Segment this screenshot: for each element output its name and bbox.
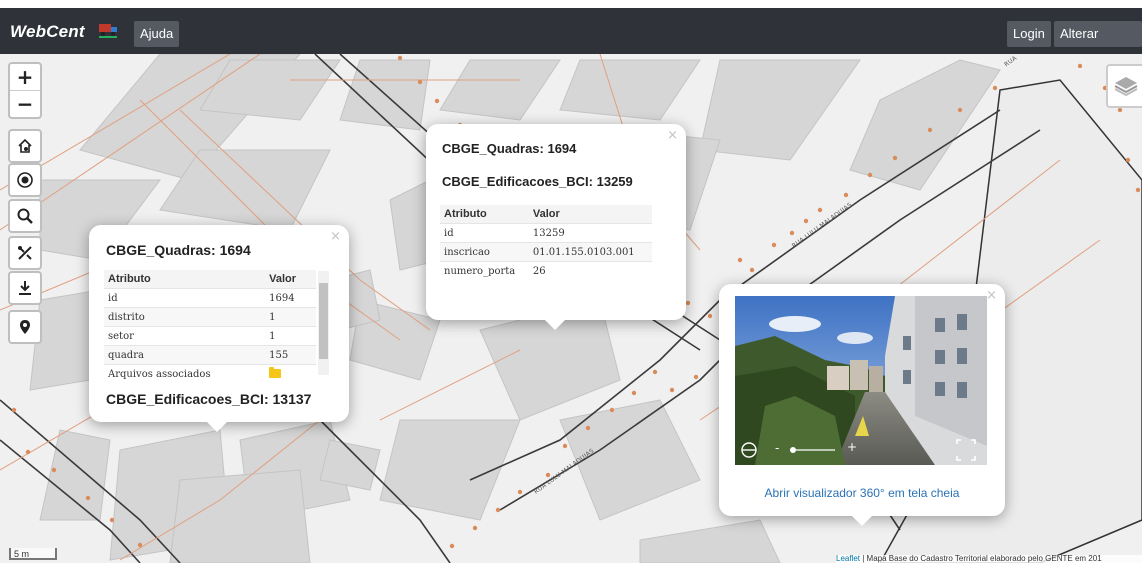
login-button[interactable]: Login — [1007, 21, 1051, 47]
map-attribution: Leaflet | Mapa Base do Cadastro Territor… — [836, 555, 1142, 563]
zoom-in-button[interactable]: + — [10, 64, 40, 90]
zoom-control: + − — [8, 62, 42, 119]
popup-title-edificacoes: CBGE_Edificacoes_BCI: 13259 — [442, 174, 633, 189]
table-cell: 13259 — [528, 223, 652, 243]
folder-icon[interactable] — [269, 367, 282, 378]
download-button[interactable] — [8, 271, 42, 305]
tools-icon — [18, 246, 32, 260]
table-row: distrito 1 — [104, 307, 316, 327]
popup-title-quadras: CBGE_Quadras: 1694 — [106, 242, 251, 258]
table-row: Arquivos associados — [104, 364, 316, 383]
panorama-zoom-out-button[interactable]: - — [775, 441, 779, 455]
popup-scrollbar[interactable] — [318, 271, 329, 375]
table-row: numero_porta 26 — [440, 261, 652, 280]
top-navbar: WebCent Ajuda Login Alterar senha — [0, 8, 1142, 67]
map-scale: 5 m — [9, 548, 57, 560]
table-cell: id — [104, 288, 266, 308]
panorama-viewer[interactable]: - + — [735, 296, 987, 465]
info-icon — [17, 172, 33, 188]
popup-tip — [545, 320, 565, 330]
layers-button[interactable] — [1106, 64, 1142, 108]
attribution-text: | Mapa Base do Cadastro Territorial elab… — [860, 555, 1102, 563]
search-icon — [17, 208, 33, 224]
popup-tip — [852, 516, 872, 526]
popup-title-edificacoes: CBGE_Edificacoes_BCI: 13137 — [106, 391, 312, 407]
search-button[interactable] — [8, 199, 42, 233]
popup-close-button[interactable]: × — [667, 128, 678, 143]
tools-button[interactable] — [8, 236, 42, 270]
table-cell: 1694 — [265, 288, 316, 308]
column-header: Valor — [528, 205, 652, 224]
info-button[interactable] — [8, 163, 42, 197]
popup-title-quadras: CBGE_Quadras: 1694 — [442, 141, 577, 156]
column-header: Valor — [265, 270, 316, 289]
panorama-controls: - + — [735, 435, 987, 465]
table-cell: id — [440, 223, 529, 243]
zoom-out-button[interactable]: − — [10, 90, 40, 117]
table-row: quadra 155 — [104, 345, 316, 365]
table-row: inscricao 01.01.155.0103.001 — [440, 242, 652, 262]
table-cell: numero_porta — [440, 261, 529, 280]
attribute-table: Atributo Valor id 1694 distrito 1 setor … — [104, 270, 316, 383]
table-cell: 155 — [265, 345, 316, 365]
table-cell: 26 — [528, 261, 652, 280]
files-cell[interactable] — [265, 364, 316, 383]
table-cell: Arquivos associados — [104, 364, 266, 383]
home-icon — [18, 138, 32, 153]
table-cell: quadra — [104, 345, 266, 365]
panorama-zoom-in-button[interactable]: + — [847, 440, 857, 454]
logo-truck-icon — [99, 24, 117, 38]
table-cell: 01.01.155.0103.001 — [528, 242, 652, 262]
open-360-fullscreen-link[interactable]: Abrir visualizador 360° em tela cheia — [719, 486, 1005, 500]
table-cell: inscricao — [440, 242, 529, 262]
leaflet-link[interactable]: Leaflet — [836, 555, 860, 563]
home-button[interactable] — [8, 129, 42, 163]
download-icon — [19, 281, 31, 295]
table-row: id 13259 — [440, 223, 652, 243]
attribute-table: Atributo Valor id 13259 inscricao 01.01.… — [440, 205, 652, 280]
table-cell: 1 — [265, 307, 316, 327]
location-pin-icon — [20, 320, 30, 334]
help-button[interactable]: Ajuda — [134, 21, 180, 47]
column-header: Atributo — [104, 270, 266, 289]
app-logo[interactable]: WebCent — [10, 22, 85, 42]
table-cell: 1 — [265, 326, 316, 346]
popup-tip — [207, 422, 227, 432]
column-header: Atributo — [440, 205, 529, 224]
table-row: id 1694 — [104, 288, 316, 308]
table-cell: distrito — [104, 307, 266, 327]
scrollbar-thumb[interactable] — [319, 283, 328, 359]
panorama-controls-icons — [741, 439, 976, 461]
location-button[interactable] — [8, 310, 42, 344]
change-password-button[interactable]: Alterar senha — [1054, 21, 1142, 67]
layers-icon — [1114, 77, 1138, 97]
table-cell: setor — [104, 326, 266, 346]
table-row: setor 1 — [104, 326, 316, 346]
popup-close-button[interactable]: × — [330, 229, 341, 244]
popup-close-button[interactable]: × — [986, 288, 997, 303]
